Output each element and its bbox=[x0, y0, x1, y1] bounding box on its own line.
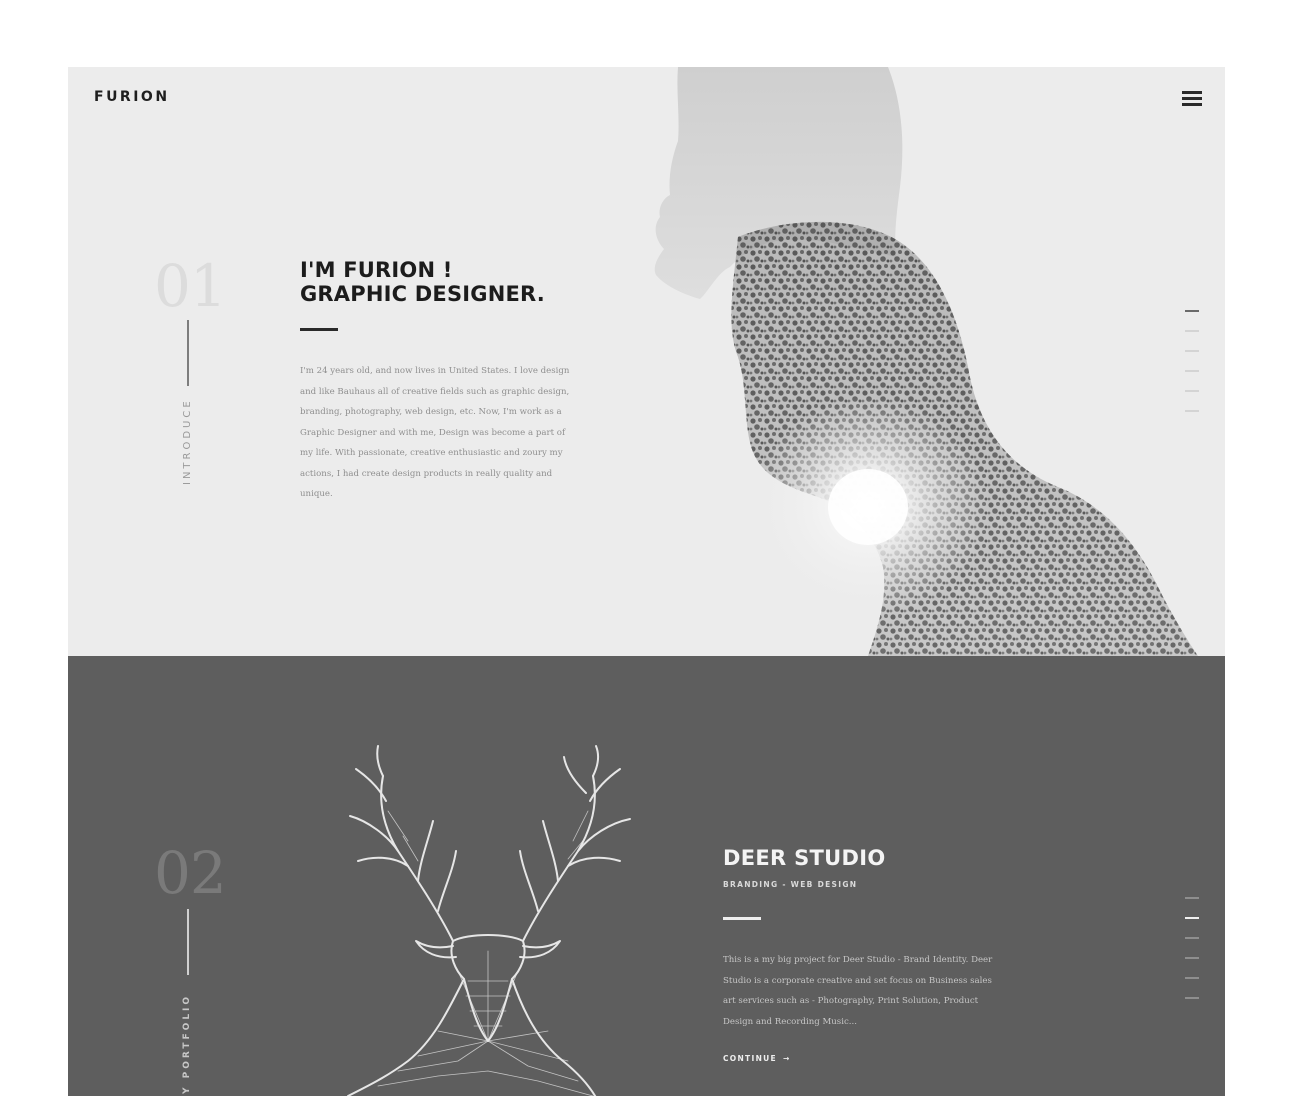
continue-link[interactable]: CONTINUE → bbox=[723, 1054, 791, 1063]
section-side-label: MY PORTFOLIO bbox=[182, 993, 192, 1096]
intro-heading: I'M FURION ! GRAPHIC DESIGNER. bbox=[300, 258, 545, 306]
section-nav-dot[interactable] bbox=[1185, 370, 1199, 372]
portfolio-section: 02 MY PORTFOLIO DEER STUDIO BRANDING - W… bbox=[68, 656, 1225, 1096]
intro-section: FURION 01 INTRODUCE I'M FURION ! GRAPHIC… bbox=[68, 67, 1225, 656]
project-title: DEER STUDIO bbox=[723, 846, 886, 870]
section-number: 01 bbox=[154, 252, 227, 320]
section-nav-dot[interactable] bbox=[1185, 897, 1199, 899]
site-logo[interactable]: FURION bbox=[94, 89, 170, 105]
section-number: 02 bbox=[154, 839, 227, 907]
section-nav-dot[interactable] bbox=[1185, 390, 1199, 392]
section-nav-dot[interactable] bbox=[1185, 937, 1199, 939]
section-nav-dot[interactable] bbox=[1185, 977, 1199, 979]
section-nav-dot[interactable] bbox=[1185, 330, 1199, 332]
intro-heading-line1: I'M FURION ! bbox=[300, 258, 453, 282]
arrow-right-icon: → bbox=[782, 1054, 791, 1063]
section-nav-dot[interactable] bbox=[1185, 917, 1199, 919]
continue-label: CONTINUE bbox=[723, 1054, 777, 1063]
section-nav-dot[interactable] bbox=[1185, 310, 1199, 312]
deer-illustration[interactable] bbox=[338, 741, 648, 1096]
section-nav-dot[interactable] bbox=[1185, 410, 1199, 412]
vertical-divider bbox=[187, 320, 189, 386]
heading-underline bbox=[300, 328, 338, 331]
intro-paragraph: I'm 24 years old, and now lives in Unite… bbox=[300, 366, 570, 499]
section-side-label: INTRODUCE bbox=[182, 398, 193, 485]
heading-underline bbox=[723, 917, 761, 920]
section-nav-dot[interactable] bbox=[1185, 957, 1199, 959]
section-nav-dot[interactable] bbox=[1185, 350, 1199, 352]
portrait-image bbox=[654, 67, 1198, 656]
vertical-divider bbox=[187, 909, 189, 975]
project-paragraph: This is a my big project for Deer Studio… bbox=[723, 955, 993, 1027]
intro-heading-line2: GRAPHIC DESIGNER. bbox=[300, 282, 545, 306]
page-frame: FURION 01 INTRODUCE I'M FURION ! GRAPHIC… bbox=[68, 67, 1225, 1096]
section-nav-dot[interactable] bbox=[1185, 997, 1199, 999]
project-subtitle: BRANDING - WEB DESIGN bbox=[723, 880, 858, 889]
